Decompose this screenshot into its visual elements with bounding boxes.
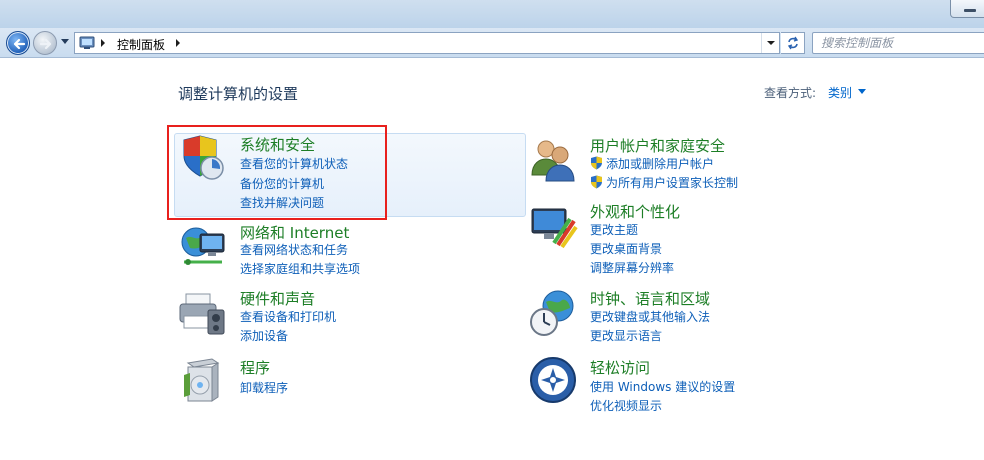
link-view-network-status[interactable]: 查看网络状态和任务: [240, 241, 348, 258]
address-dropdown-button[interactable]: [761, 33, 779, 53]
breadcrumb-separator-icon[interactable]: [101, 39, 105, 47]
link-parental-controls[interactable]: 为所有用户设置家长控制: [590, 174, 738, 191]
minimize-button[interactable]: [950, 0, 984, 18]
category-title[interactable]: 外观和个性化: [590, 201, 680, 222]
search-box[interactable]: [812, 32, 984, 54]
refresh-button[interactable]: [781, 32, 805, 54]
link-add-remove-users[interactable]: 添加或删除用户帐户: [590, 155, 714, 172]
highlight-annotation-box: [167, 125, 387, 220]
category-title[interactable]: 网络和 Internet: [240, 222, 349, 243]
link-adjust-resolution[interactable]: 调整屏幕分辨率: [590, 259, 674, 276]
forward-button[interactable]: [33, 31, 57, 55]
link-add-remove-users-label[interactable]: 添加或删除用户帐户: [606, 157, 714, 171]
link-change-theme[interactable]: 更改主题: [590, 221, 638, 238]
breadcrumb-separator-icon[interactable]: [176, 39, 180, 47]
link-windows-recommended-settings[interactable]: 使用 Windows 建议的设置: [590, 378, 735, 395]
link-add-device[interactable]: 添加设备: [240, 327, 288, 344]
breadcrumb-control-panel[interactable]: 控制面板: [117, 36, 165, 53]
programs-box-icon: [184, 358, 220, 402]
arrow-left-icon: [13, 38, 26, 50]
clock-globe-icon: [530, 290, 574, 336]
users-icon: [531, 140, 575, 182]
category-title[interactable]: 轻松访问: [590, 357, 650, 378]
view-by-label: 查看方式:: [764, 86, 817, 100]
navigation-bar: 控制面板: [0, 28, 984, 58]
link-change-keyboard-input[interactable]: 更改键盘或其他输入法: [590, 308, 710, 325]
printer-hardware-icon: [179, 293, 225, 335]
link-view-devices-printers[interactable]: 查看设备和打印机: [240, 308, 336, 325]
uac-shield-icon: [591, 156, 602, 170]
control-panel-icon: [79, 36, 95, 49]
chevron-down-icon[interactable]: [858, 89, 866, 94]
address-bar[interactable]: 控制面板: [74, 32, 780, 54]
link-change-desktop-background[interactable]: 更改桌面背景: [590, 240, 662, 257]
search-input[interactable]: [813, 33, 984, 53]
ease-of-access-icon: [530, 357, 576, 403]
category-title[interactable]: 时钟、语言和区域: [590, 288, 710, 309]
minimize-icon: [964, 9, 976, 12]
category-title[interactable]: 用户帐户和家庭安全: [590, 135, 725, 156]
refresh-icon: [787, 36, 799, 50]
monitor-paint-icon: [531, 208, 578, 249]
category-title[interactable]: 程序: [240, 357, 270, 378]
control-panel-content: 调整计算机的设置 查看方式: 类别 系统和安全 查看您的计算机状态 备份您的计算…: [0, 59, 984, 460]
link-homegroup-sharing[interactable]: 选择家庭组和共享选项: [240, 260, 360, 277]
window-title-bar: [0, 0, 984, 28]
category-title[interactable]: 硬件和声音: [240, 288, 315, 309]
link-optimize-video-display[interactable]: 优化视频显示: [590, 397, 662, 414]
view-by-dropdown[interactable]: 类别: [828, 84, 852, 101]
back-button[interactable]: [6, 31, 30, 55]
arrow-right-icon: [39, 38, 52, 50]
uac-shield-icon: [591, 175, 602, 189]
link-change-display-language[interactable]: 更改显示语言: [590, 327, 662, 344]
link-uninstall-program[interactable]: 卸载程序: [240, 379, 288, 396]
link-parental-controls-label[interactable]: 为所有用户设置家长控制: [606, 176, 738, 190]
network-globe-icon: [181, 227, 225, 265]
page-title: 调整计算机的设置: [178, 85, 299, 103]
recent-pages-dropdown[interactable]: [61, 39, 69, 44]
